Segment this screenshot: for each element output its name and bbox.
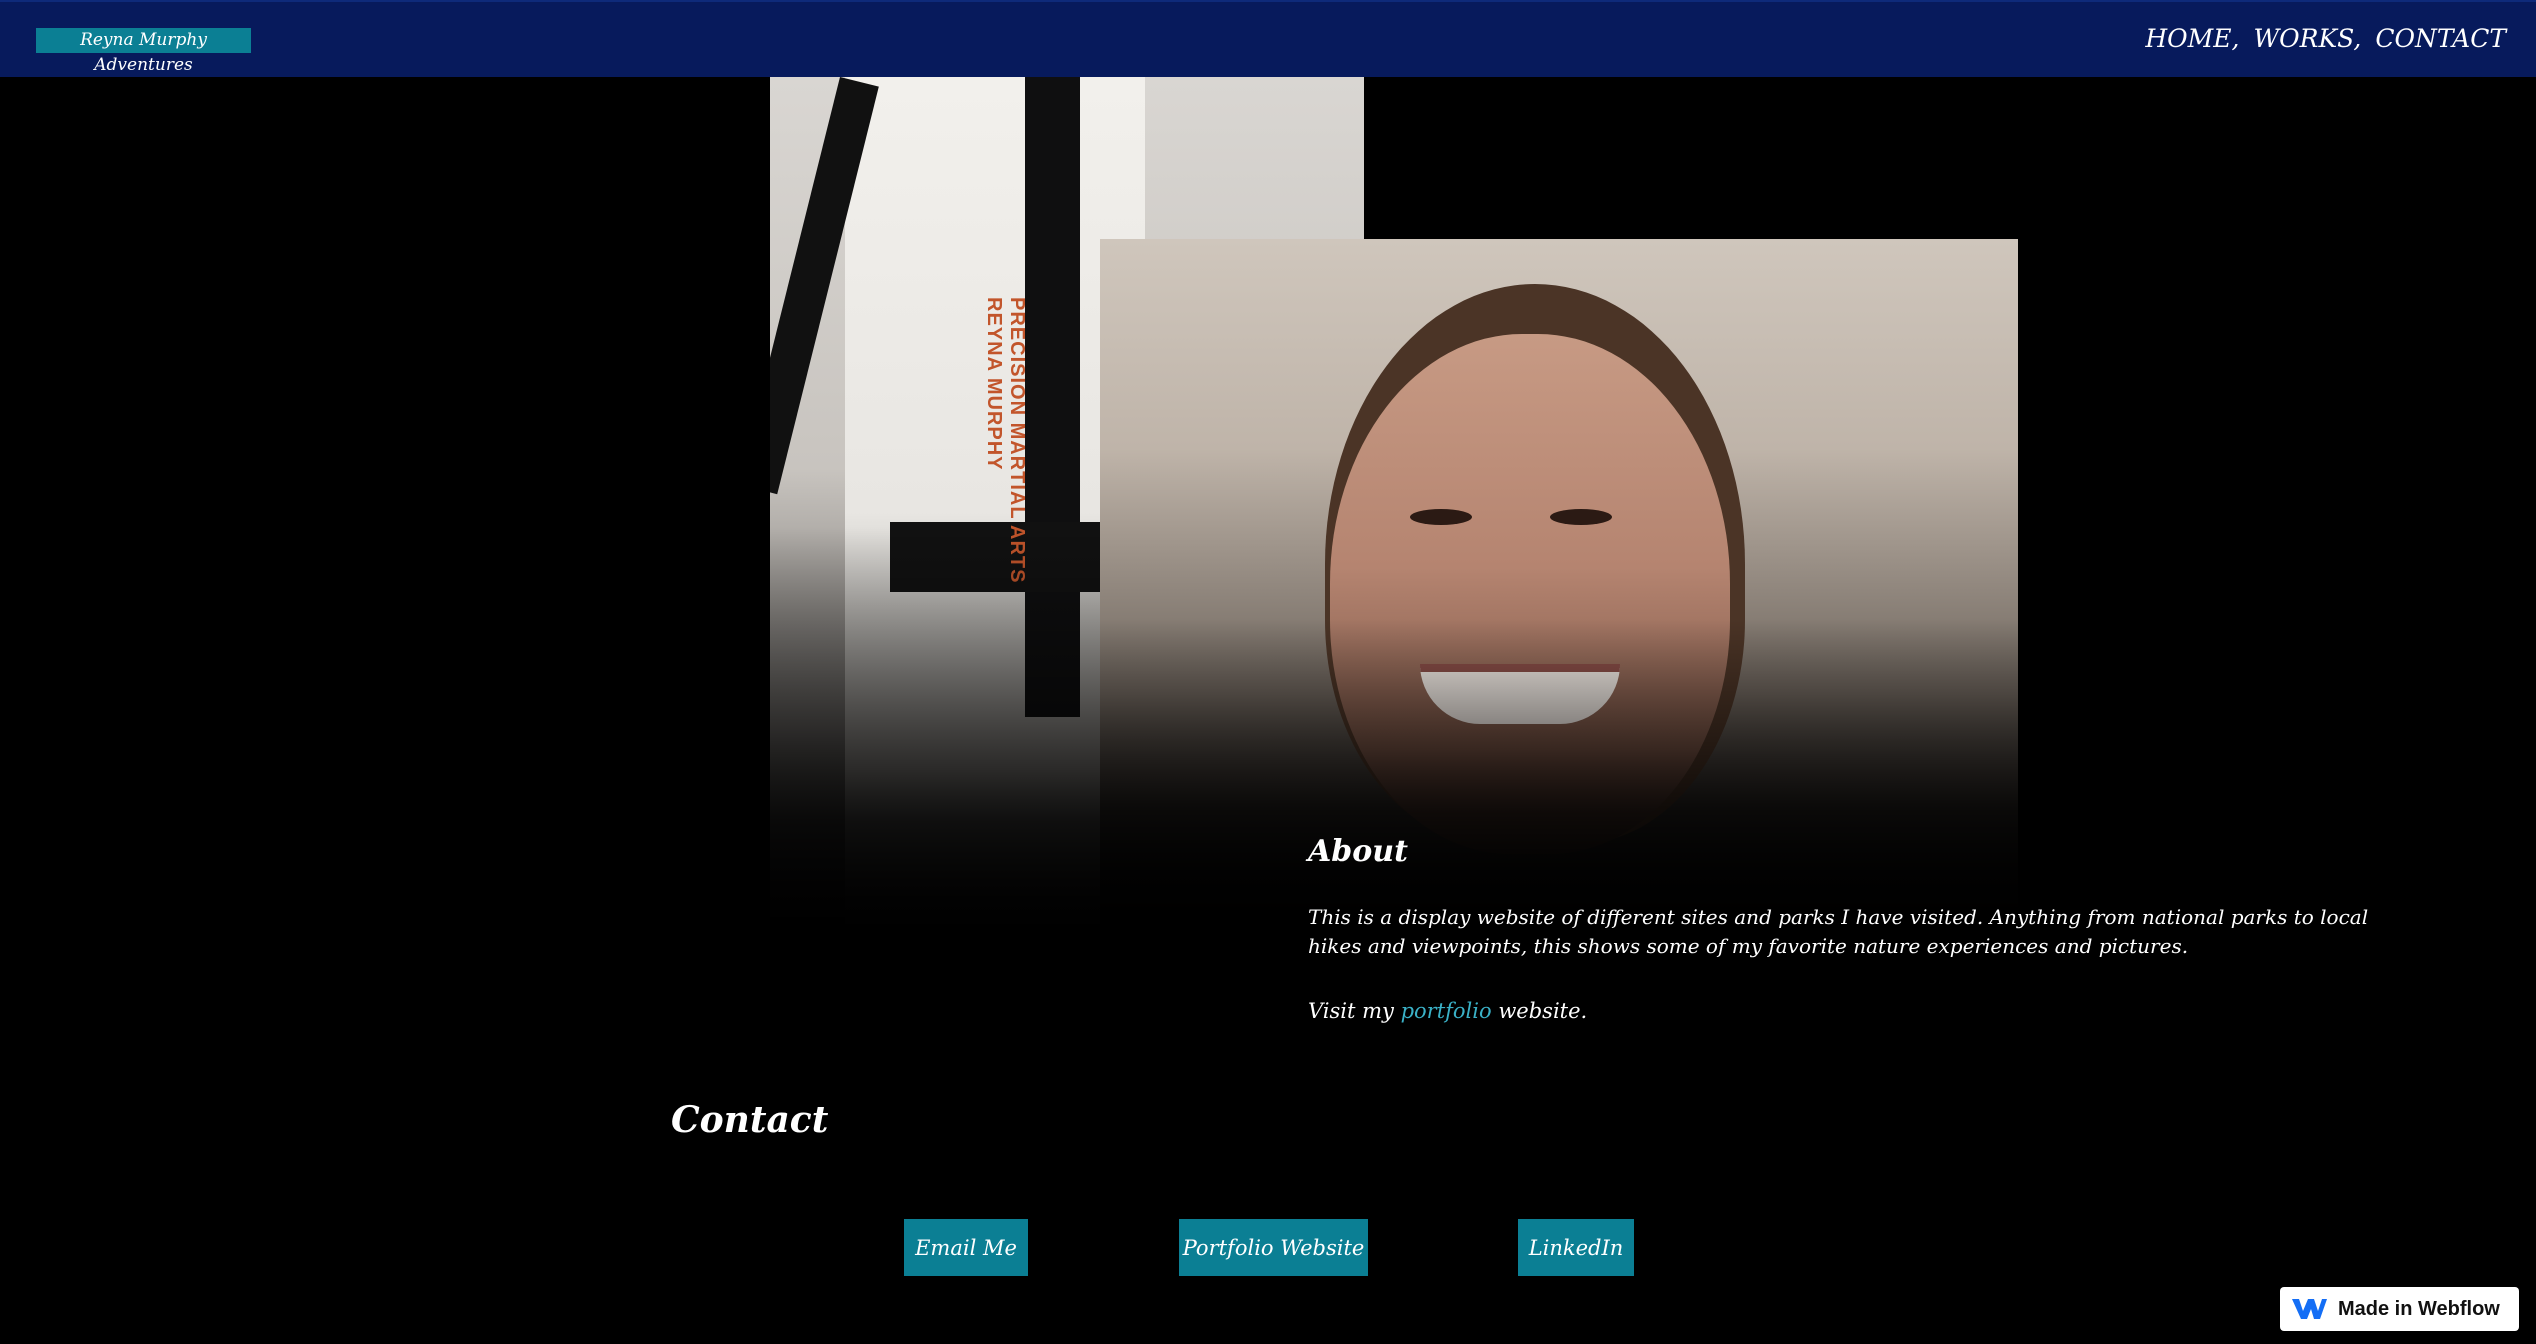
about-visit-line: Visit my portfolio website. [1308,999,1588,1023]
brand-logo-link[interactable]: Reyna Murphy Adventures [36,28,251,75]
badge-label: Made in Webflow [2338,1297,2500,1320]
portfolio-link[interactable]: portfolio [1401,999,1492,1023]
made-in-webflow-badge[interactable]: Made in Webflow [2280,1287,2519,1331]
about-heading: About [1308,834,1408,869]
email-me-button[interactable]: Email Me [904,1219,1028,1276]
nav-link-home[interactable]: HOME, [2145,24,2239,53]
nav-link-contact[interactable]: CONTACT [2375,24,2506,53]
webflow-logo-icon [2290,1297,2328,1321]
portfolio-website-button[interactable]: Portfolio Website [1179,1219,1368,1276]
nav-links: HOME, WORKS, CONTACT [2145,24,2506,53]
nav-link-works[interactable]: WORKS, [2253,24,2361,53]
top-navbar: Reyna Murphy Adventures HOME, WORKS, CON… [0,0,2536,77]
linkedin-button[interactable]: LinkedIn [1518,1219,1634,1276]
about-body: This is a display website of different s… [1308,905,2369,958]
about-section: About This is a display website of diffe… [1308,834,2398,1026]
contact-heading: Contact [671,1099,829,1141]
